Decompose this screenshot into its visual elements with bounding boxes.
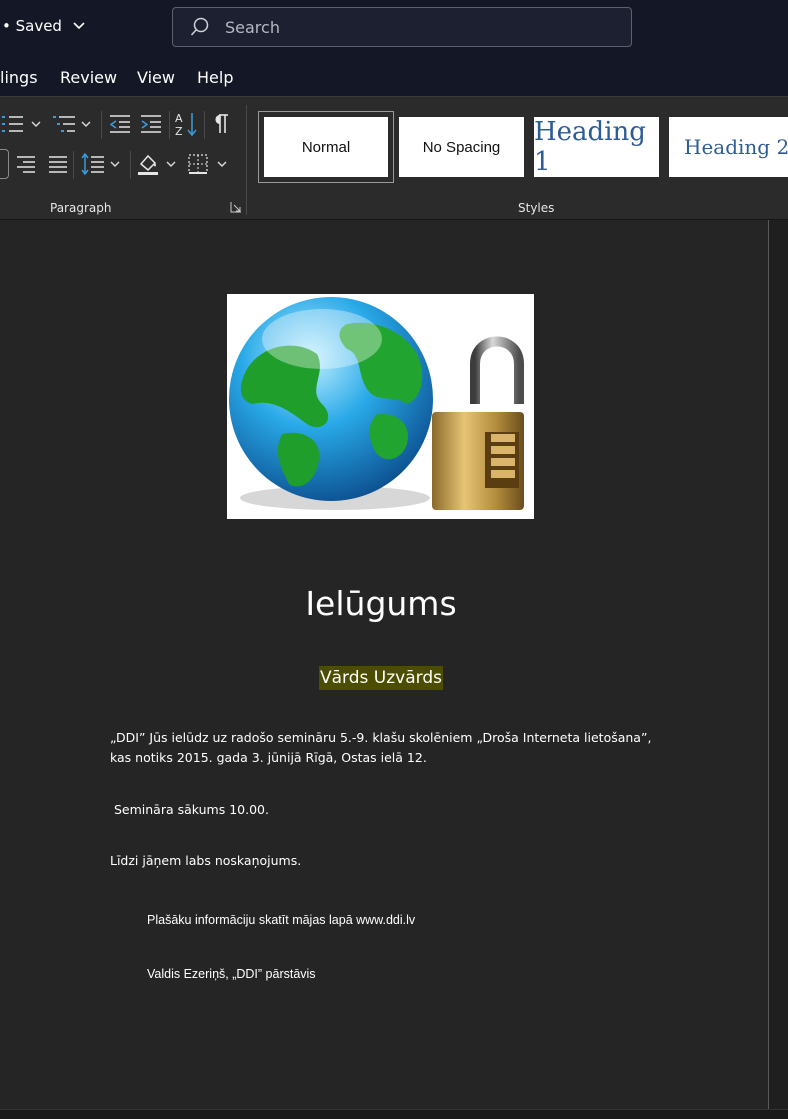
multilevel-list-icon[interactable] — [53, 113, 77, 135]
chevron-down-icon[interactable] — [110, 161, 120, 168]
document-page[interactable]: Ielūgums Vārds Uzvārds „DDI” Jūs ielūdz … — [0, 220, 768, 1109]
tab-review[interactable]: Review — [60, 68, 117, 87]
style-heading-2[interactable]: Heading 2 — [669, 117, 788, 177]
seminar-start-paragraph: Semināra sākums 10.00. — [110, 802, 269, 817]
tab-view[interactable]: View — [137, 68, 175, 87]
chevron-down-icon — [73, 22, 85, 30]
chevron-down-icon[interactable] — [81, 121, 91, 128]
style-normal-label: Normal — [264, 117, 388, 177]
ribbon-divider — [169, 111, 170, 139]
svg-text:Z: Z — [175, 125, 183, 137]
align-right-icon[interactable] — [16, 154, 36, 174]
bring-along-paragraph: Līdzi jāņem labs noskaņojums. — [110, 853, 302, 868]
numbering-icon[interactable] — [2, 113, 24, 135]
ribbon-divider — [101, 111, 102, 139]
globe-padlock-image — [227, 294, 534, 519]
save-status-label: • Saved — [2, 17, 62, 35]
ribbon: A Z Paragraph Normal No Spacing Heading … — [0, 96, 788, 220]
paragraph-group-label: Paragraph — [50, 201, 112, 215]
show-formatting-marks-icon[interactable] — [212, 113, 230, 135]
vertical-scrollbar[interactable] — [768, 220, 788, 1109]
search-placeholder: Search — [225, 17, 280, 37]
tab-help[interactable]: Help — [197, 68, 233, 87]
style-heading-1[interactable]: Heading 1 — [534, 117, 659, 177]
invitation-paragraph: „DDI” Jūs ielūdz uz radošo semināru 5.-9… — [110, 730, 652, 765]
svg-text:A: A — [175, 112, 183, 125]
justify-icon[interactable] — [48, 154, 68, 174]
style-no-spacing[interactable]: No Spacing — [399, 117, 524, 177]
tab-mailings[interactable]: lings — [0, 68, 38, 87]
ribbon-divider — [73, 151, 74, 179]
ribbon-group-divider — [246, 105, 247, 215]
decrease-indent-icon[interactable] — [109, 114, 131, 134]
document-title: Ielūgums — [305, 584, 457, 623]
chevron-down-icon[interactable] — [166, 161, 176, 168]
more-info-line: Plašāku informāciju skatīt mājas lapā ww… — [147, 913, 416, 927]
save-status[interactable]: • Saved — [2, 17, 86, 35]
increase-indent-icon[interactable] — [140, 114, 162, 134]
dialog-launcher-icon[interactable] — [230, 201, 242, 213]
align-left-button[interactable] — [0, 149, 9, 179]
sort-icon[interactable]: A Z — [174, 111, 198, 137]
status-bar — [0, 1109, 788, 1119]
line-spacing-icon[interactable] — [81, 153, 105, 175]
recipient-name-line: Vārds Uzvārds — [0, 666, 762, 690]
menu-bar: lings Review View Help — [0, 56, 788, 96]
signature-line: Valdis Ezeriņš, „DDI” pārstāvis — [147, 967, 316, 981]
recipient-name: Vārds Uzvārds — [319, 666, 443, 690]
chevron-down-icon[interactable] — [217, 161, 227, 168]
search-box[interactable]: Search — [172, 7, 632, 47]
chevron-down-icon[interactable] — [31, 121, 41, 128]
search-icon — [190, 17, 209, 36]
styles-group-label: Styles — [518, 201, 555, 215]
style-normal[interactable]: Normal — [258, 111, 394, 183]
shading-icon[interactable] — [137, 152, 159, 176]
ribbon-divider — [130, 151, 131, 179]
ribbon-divider — [204, 111, 205, 139]
title-bar: • Saved Search — [0, 0, 788, 56]
borders-icon[interactable] — [188, 154, 208, 174]
